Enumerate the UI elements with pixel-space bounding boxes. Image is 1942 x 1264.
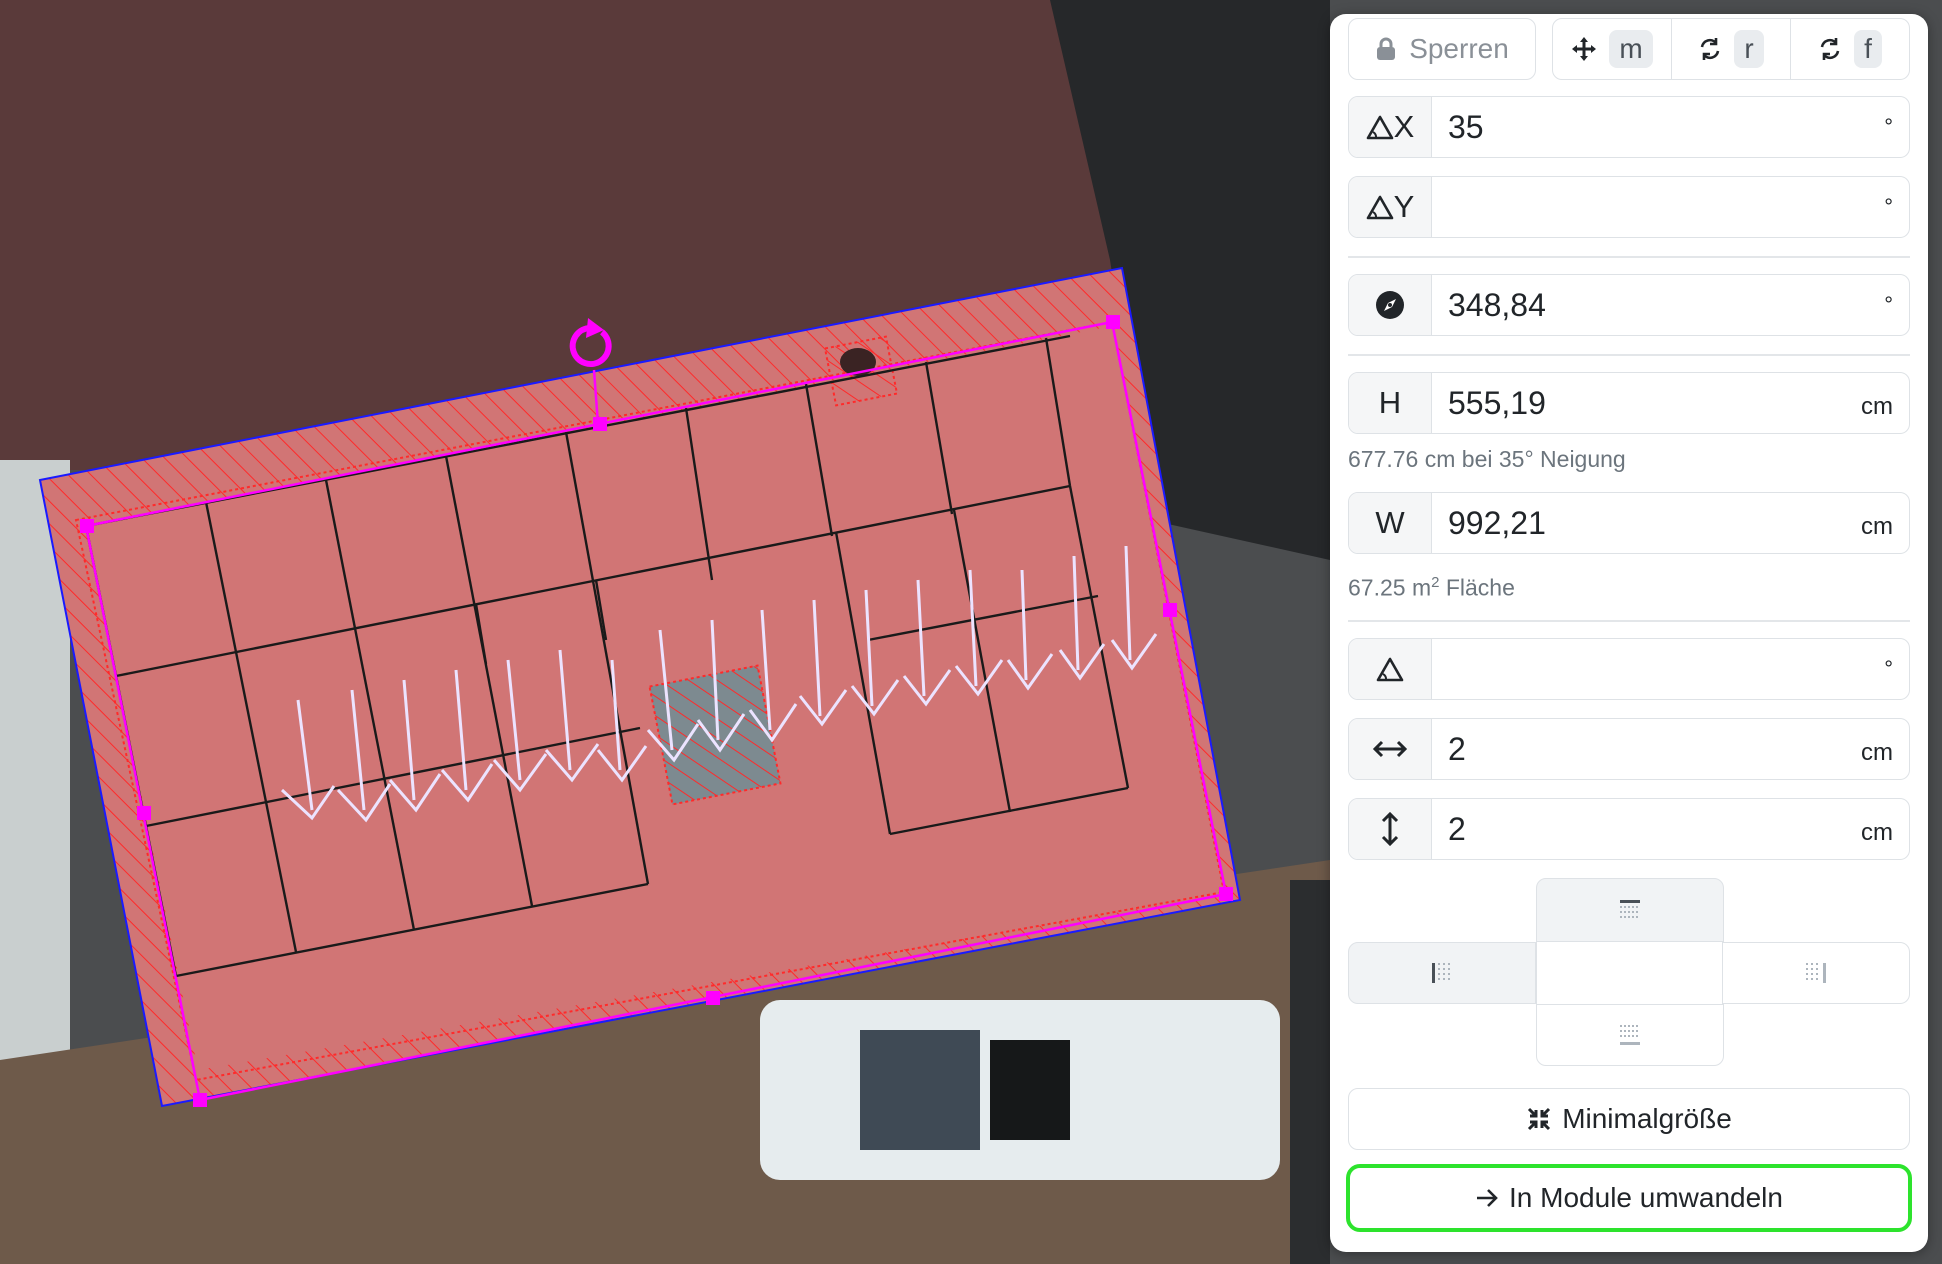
width-unit: cm	[1861, 513, 1893, 540]
module-tilt-unit: °	[1884, 656, 1893, 681]
align-bottom-button[interactable]	[1536, 1004, 1724, 1066]
module-tilt-prefix	[1349, 639, 1432, 699]
azimuth-prefix	[1349, 275, 1432, 335]
shadow-strip	[1290, 880, 1330, 1264]
tilt-x-field[interactable]: X 35 °	[1348, 96, 1910, 158]
rotate-shortcut: r	[1734, 30, 1764, 68]
properties-panel: Sperren m r f X 35 ° Y ° 348,84 ° H 555,…	[1330, 14, 1928, 1252]
width-field[interactable]: W 992,21 cm	[1348, 492, 1910, 554]
align-right-button[interactable]	[1722, 942, 1910, 1004]
handle-top[interactable]	[593, 417, 607, 431]
height-unit: cm	[1861, 393, 1893, 420]
lock-button[interactable]: Sperren	[1348, 18, 1536, 80]
height-value[interactable]: 555,19	[1432, 373, 1861, 433]
gap-horizontal-unit: cm	[1861, 739, 1893, 766]
rotate-tool-button[interactable]: r	[1672, 19, 1791, 79]
gap-vertical-unit: cm	[1861, 819, 1893, 846]
width-value[interactable]: 992,21	[1432, 493, 1861, 553]
tilt-y-field[interactable]: Y °	[1348, 176, 1910, 238]
border-left-icon	[1432, 963, 1450, 983]
arrow-right-icon	[1477, 1189, 1498, 1207]
module-tilt-field[interactable]: °	[1348, 638, 1910, 700]
height-prefix: H	[1349, 373, 1432, 433]
area-value: 67.25 m	[1348, 574, 1432, 601]
width-prefix: W	[1349, 493, 1432, 553]
tilt-x-prefix: X	[1349, 97, 1432, 157]
slope-icon	[1376, 657, 1404, 682]
slope-icon	[1366, 195, 1393, 220]
divider	[1348, 620, 1910, 622]
move-icon	[1572, 37, 1597, 61]
handle-bottom-left[interactable]	[193, 1093, 207, 1107]
gap-vertical-prefix	[1349, 799, 1432, 859]
gap-horizontal-prefix	[1349, 719, 1432, 779]
handle-top-right[interactable]	[1106, 315, 1120, 329]
height-field[interactable]: H 555,19 cm	[1348, 372, 1910, 434]
move-shortcut: m	[1609, 30, 1653, 68]
handle-bottom[interactable]	[706, 991, 720, 1005]
tilt-y-letter: Y	[1393, 189, 1415, 224]
slope-icon	[1366, 115, 1393, 140]
tilt-x-letter: X	[1393, 109, 1415, 144]
minimal-size-button[interactable]: Minimalgröße	[1348, 1088, 1910, 1150]
handle-left[interactable]	[137, 806, 151, 820]
flip-shortcut: f	[1854, 30, 1882, 68]
transform-tools: m r f	[1552, 18, 1910, 80]
divider	[1348, 256, 1910, 258]
handle-right[interactable]	[1163, 603, 1177, 617]
move-tool-button[interactable]: m	[1553, 19, 1672, 79]
area-hint: 67.25 m2 Fläche	[1348, 574, 1515, 602]
rotate-icon	[1701, 38, 1720, 60]
handle-top-left[interactable]	[80, 519, 94, 533]
flip-tool-button[interactable]: f	[1791, 19, 1909, 79]
convert-label: In Module umwandeln	[1509, 1182, 1783, 1213]
gap-horizontal-field[interactable]: 2 cm	[1348, 718, 1910, 780]
border-right-icon	[1806, 963, 1826, 983]
area-label: Fläche	[1439, 574, 1515, 601]
module-tilt-value[interactable]	[1432, 639, 1884, 699]
lock-icon	[1377, 37, 1396, 60]
handle-bottom-right[interactable]	[1219, 887, 1233, 901]
convert-to-modules-button[interactable]: In Module umwandeln	[1346, 1164, 1912, 1232]
height-hint: 677.76 cm bei 35° Neigung	[1348, 446, 1626, 472]
arrows-horizontal-icon	[1373, 740, 1407, 758]
car-roof	[860, 1030, 980, 1150]
tilt-x-unit: °	[1884, 114, 1893, 139]
compress-icon	[1528, 1107, 1551, 1131]
gap-vertical-value[interactable]: 2	[1432, 799, 1861, 859]
flip-icon	[1820, 38, 1840, 60]
gap-vertical-field[interactable]: 2 cm	[1348, 798, 1910, 860]
minimal-size-label: Minimalgröße	[1562, 1103, 1732, 1134]
tilt-x-value[interactable]: 35	[1432, 97, 1884, 157]
align-left-button[interactable]	[1348, 942, 1536, 1004]
border-bottom-icon	[1620, 1025, 1640, 1045]
tilt-y-prefix: Y	[1349, 177, 1432, 237]
arrows-vertical-icon	[1381, 812, 1399, 846]
align-top-button[interactable]	[1536, 878, 1724, 942]
car-window	[990, 1040, 1070, 1140]
azimuth-unit: °	[1884, 292, 1893, 317]
tilt-y-unit: °	[1884, 194, 1893, 219]
lock-label: Sperren	[1409, 33, 1509, 64]
azimuth-value[interactable]: 348,84	[1432, 275, 1884, 335]
compass-icon	[1376, 291, 1404, 319]
border-top-icon	[1620, 900, 1640, 918]
azimuth-field[interactable]: 348,84 °	[1348, 274, 1910, 336]
gap-horizontal-value[interactable]: 2	[1432, 719, 1861, 779]
tilt-y-value[interactable]	[1432, 177, 1884, 237]
align-center-button[interactable]	[1536, 942, 1724, 1004]
divider	[1348, 354, 1910, 356]
